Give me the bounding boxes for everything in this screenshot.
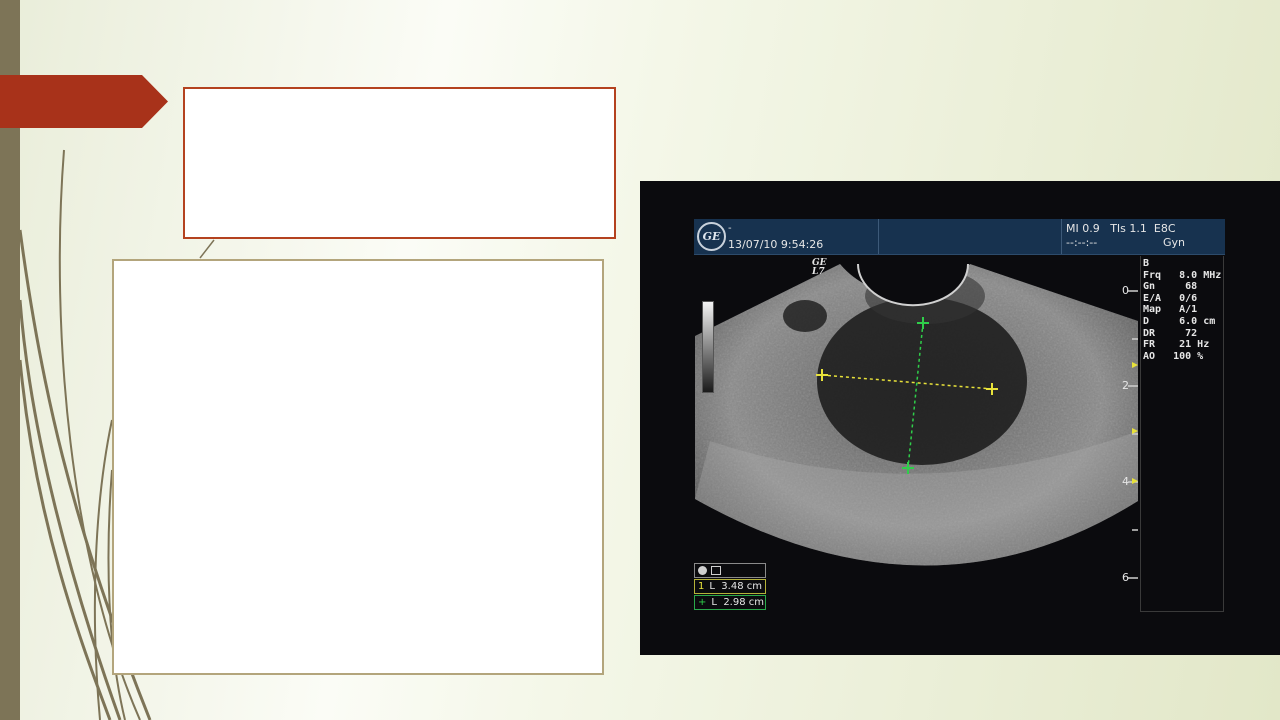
content-placeholder[interactable] [112, 259, 604, 675]
header-time-dashes: --:--:-- [1066, 236, 1098, 249]
caliper-1-marker: 1 [698, 581, 705, 592]
scan-parameters: B Frq 8.0 MHz Gn 68 E/A 0/6 Map A/1 D 6.… [1143, 258, 1221, 362]
param-row: Map A/1 [1143, 304, 1198, 316]
param-panel-border [1140, 611, 1224, 612]
measure-icon [711, 566, 721, 575]
measurement-row-1: 1 L 3.48 cm [694, 579, 766, 594]
ultrasound-image: GE - 13/07/10 9:54:26 MI 0.9 TIs 1.1 E8C… [640, 181, 1280, 655]
preset-label: Gyn [1163, 236, 1186, 249]
scan-datetime: 13/07/10 9:54:26 [728, 238, 824, 251]
depth-label: 0 [1122, 284, 1129, 297]
title-placeholder[interactable] [183, 87, 616, 239]
depth-label: 6 [1122, 571, 1129, 584]
depth-label: 4 [1122, 475, 1129, 488]
param-row: FR 21 Hz [1143, 339, 1210, 351]
param-row: Frq 8.0 MHz [1143, 269, 1222, 281]
caliper-2-marker: + [698, 597, 707, 608]
param-row: DR 72 [1143, 327, 1198, 339]
param-row: D 6.0 cm [1143, 315, 1216, 327]
header-dash: - [728, 223, 732, 234]
depth-label: 2 [1122, 379, 1129, 392]
caliper-1-value: L 3.48 cm [709, 581, 762, 592]
depth-scale-border [1140, 256, 1141, 612]
mi-tis-readout: MI 0.9 TIs 1.1 E8C [1066, 222, 1176, 235]
caliper-2-value: L 2.98 cm [711, 597, 765, 608]
title-arrow-tab [0, 75, 168, 128]
header-divider [878, 219, 879, 254]
ultrasound-header: GE - 13/07/10 9:54:26 MI 0.9 TIs 1.1 E8C… [694, 219, 1225, 255]
param-row: B [1143, 258, 1150, 269]
param-row: E/A 0/6 [1143, 292, 1198, 304]
probe-mark: GE L7 [812, 258, 827, 277]
record-icon [698, 566, 707, 575]
param-panel-border [1223, 256, 1224, 612]
header-divider [1061, 219, 1062, 254]
param-row: AO 100 % [1143, 350, 1204, 362]
measurement-header [694, 563, 766, 578]
param-row: Gn 68 [1143, 281, 1198, 293]
ge-logo: GE [697, 222, 726, 251]
measurement-panel: 1 L 3.48 cm + L 2.98 cm [694, 563, 766, 611]
measurement-row-2: + L 2.98 cm [694, 595, 766, 610]
grayscale-bar [702, 301, 714, 393]
